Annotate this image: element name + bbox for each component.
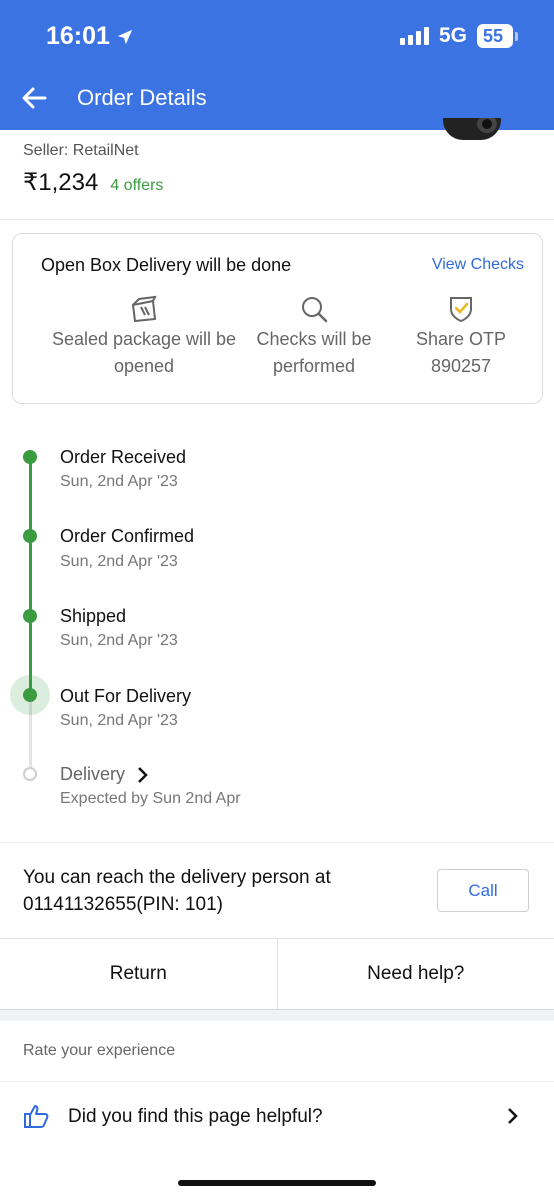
page-title: Order Details [77, 85, 207, 110]
home-indicator[interactable] [178, 1180, 376, 1186]
shield-check-icon [450, 297, 472, 323]
open-box-item-otp: Share OTP 890257 [401, 294, 521, 380]
chevron-right-icon [138, 766, 148, 783]
back-button[interactable] [18, 80, 50, 116]
divider [0, 219, 554, 220]
open-box-item-checks: Checks will be performed [239, 294, 389, 380]
seller-name: Seller: RetailNet [23, 142, 139, 159]
location-arrow-icon [117, 29, 133, 44]
call-button[interactable]: Call [437, 869, 529, 912]
timeline-step-title: Delivery [60, 764, 126, 784]
view-checks-link[interactable]: View Checks [432, 256, 524, 274]
section-separator [0, 1011, 554, 1021]
timeline-step-title: Out For Delivery [60, 686, 192, 706]
timeline-dot-current [23, 688, 37, 702]
open-box-card: Open Box Delivery will be done View Chec… [12, 233, 543, 404]
package-icon [131, 295, 157, 323]
open-box-item-label: Share OTP 890257 [415, 329, 507, 376]
timeline-step-title: Order Confirmed [60, 526, 195, 546]
delivery-contact-text: You can reach the delivery person at 011… [23, 867, 331, 915]
timeline-step-date: Sun, 2nd Apr '23 [60, 553, 178, 570]
signal-icon [399, 27, 429, 45]
timeline-step-title: Order Received [60, 447, 187, 467]
app-header: 16:01 5G 55 Order Details [0, 0, 554, 130]
product-price: ₹1,234 [23, 169, 99, 196]
open-box-item-sealed: Sealed package will be opened [39, 294, 249, 380]
status-indicators: 5G 55 [399, 24, 518, 48]
back-arrow-icon [22, 87, 47, 109]
helpful-question: Did you find this page helpful? [68, 1106, 323, 1127]
return-button[interactable]: Return [0, 939, 277, 1009]
need-help-button[interactable]: Need help? [278, 939, 554, 1009]
open-box-title: Open Box Delivery will be done [41, 255, 292, 275]
price-row: ₹1,234 4 offers [23, 168, 163, 197]
timeline-dot [23, 529, 37, 543]
open-box-item-label: Checks will be performed [256, 329, 372, 376]
timeline-step-date: Expected by Sun 2nd Apr [60, 790, 241, 807]
open-box-item-label: Sealed package will be opened [51, 329, 237, 376]
delivery-step-link[interactable]: Delivery [60, 764, 149, 785]
chevron-right-icon [508, 1108, 518, 1124]
rate-experience-label: Rate your experience [23, 1042, 176, 1059]
timeline-step-date: Sun, 2nd Apr '23 [60, 712, 178, 729]
status-time: 16:01 [46, 22, 134, 51]
action-row: Return Need help? [0, 938, 554, 1010]
timeline-step-title: Shipped [60, 606, 127, 626]
battery-icon: 55 [477, 24, 518, 48]
timeline-step-date: Sun, 2nd Apr '23 [60, 632, 178, 649]
search-icon [302, 297, 328, 323]
thumbs-up-icon [24, 1105, 49, 1128]
clock-text: 16:01 [46, 22, 110, 50]
timeline-dot-pending [23, 767, 37, 781]
timeline-dot [23, 609, 37, 623]
timeline-step-date: Sun, 2nd Apr '23 [60, 473, 178, 490]
divider [0, 842, 554, 843]
offers-link[interactable]: 4 offers [110, 177, 163, 195]
network-label: 5G [438, 24, 467, 47]
battery-level: 55 [483, 25, 504, 46]
timeline-progress-line [29, 458, 32, 695]
product-image[interactable] [443, 118, 501, 140]
timeline-dot [23, 450, 37, 464]
